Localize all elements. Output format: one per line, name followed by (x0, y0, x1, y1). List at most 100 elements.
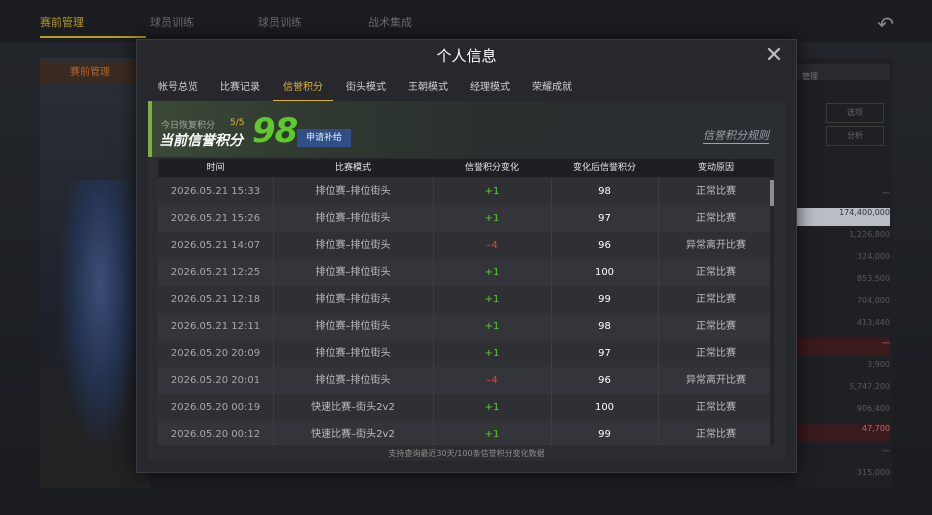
cell-mode: 快速比赛–街头2v2 (311, 429, 395, 440)
tab-manager-mode[interactable]: 经理模式 (459, 76, 521, 102)
cell-after: 96 (598, 240, 611, 251)
bg-right-value: 174,400,000 (796, 208, 890, 226)
credit-banner: 今日恢复积分 5/5 当前信誉积分 98 申请补给 信誉积分规则 (148, 101, 785, 157)
cell-after: 100 (594, 267, 615, 278)
tab-honor-achievements[interactable]: 荣耀成就 (521, 76, 583, 102)
dialog-title: 个人信息 (436, 47, 497, 65)
tab-credit-score[interactable]: 信誉积分 (273, 76, 333, 102)
cell-after: 96 (598, 375, 611, 386)
bg-right-value: 一 (882, 189, 890, 198)
cell-change: –4 (486, 240, 498, 251)
column-divider (551, 178, 552, 445)
cell-change: +1 (484, 429, 500, 440)
bg-right-value: 413,440 (856, 318, 890, 327)
cell-after: 98 (598, 186, 611, 197)
cell-time: 2026.05.20 00:12 (170, 429, 261, 440)
tab-account-overview[interactable]: 帐号总览 (147, 76, 209, 102)
cell-reason: 异常离开比赛 (686, 375, 746, 386)
cell-mode: 排位赛–排位街头 (315, 267, 391, 278)
cell-change: +1 (484, 348, 500, 359)
cell-reason: 正常比赛 (696, 267, 736, 278)
table-row: 2026.05.20 20:01 排位赛–排位街头 –4 96 异常离开比赛 (158, 367, 774, 394)
cell-mode: 排位赛–排位街头 (315, 375, 391, 386)
bg-right-value: 一 (796, 338, 890, 356)
table-row: 2026.05.21 15:26 排位赛–排位街头 +1 97 正常比赛 (158, 205, 774, 232)
bg-tab-underline (40, 36, 146, 38)
credit-history-table[interactable]: 2026.05.21 15:33 排位赛–排位街头 +1 98 正常比赛 202… (158, 178, 774, 445)
cell-reason: 正常比赛 (696, 321, 736, 332)
cell-time: 2026.05.21 12:18 (170, 294, 261, 305)
credit-score-panel: 今日恢复积分 5/5 当前信誉积分 98 申请补给 信誉积分规则 时间 比赛模式… (148, 101, 785, 461)
bg-tab-3: 战术集成 (368, 16, 412, 29)
bg-right-value: 315,000 (856, 468, 890, 477)
header-change: 信誉积分变化 (464, 163, 519, 173)
cell-change: +1 (484, 294, 500, 305)
cell-change: +1 (484, 186, 500, 197)
bg-right-value: 1,226,800 (849, 230, 890, 239)
close-icon[interactable]: ✕ (762, 44, 786, 68)
cell-change: +1 (484, 321, 500, 332)
cell-mode: 排位赛–排位街头 (315, 294, 391, 305)
table-row: 2026.05.20 20:09 排位赛–排位街头 +1 97 正常比赛 (158, 340, 774, 367)
header-mode: 比赛模式 (334, 163, 371, 173)
cell-change: +1 (484, 267, 500, 278)
table-row: 2026.05.21 12:11 排位赛–排位街头 +1 98 正常比赛 (158, 313, 774, 340)
cell-mode: 排位赛–排位街头 (315, 186, 391, 197)
cell-reason: 异常离开比赛 (686, 240, 746, 251)
table-row: 2026.05.21 14:07 排位赛–排位街头 –4 96 异常离开比赛 (158, 232, 774, 259)
cell-time: 2026.05.21 12:25 (170, 267, 261, 278)
cell-mode: 排位赛–排位街头 (315, 321, 391, 332)
bg-right-button-1: 分析 (826, 126, 884, 146)
cell-time: 2026.05.20 20:01 (170, 375, 261, 386)
back-arrow-icon: ↶ (877, 12, 894, 36)
current-credit-label: 当前信誉积分 (159, 133, 243, 149)
table-scrollbar-thumb[interactable] (770, 180, 774, 206)
header-time: 时间 (206, 163, 225, 173)
cell-mode: 排位赛–排位街头 (315, 348, 391, 359)
cell-reason: 正常比赛 (696, 348, 736, 359)
tab-match-records[interactable]: 比赛记录 (209, 76, 271, 102)
cell-after: 99 (598, 294, 611, 305)
cell-time: 2026.05.21 14:07 (170, 240, 261, 251)
cell-after: 100 (594, 402, 615, 413)
bg-right-value: 3,900 (867, 360, 890, 369)
bg-tab-0: 赛前管理 (40, 16, 84, 29)
bg-right-value: 一 (882, 447, 890, 456)
cell-reason: 正常比赛 (696, 186, 736, 197)
tab-street-mode[interactable]: 街头模式 (335, 76, 397, 102)
bg-right-header-label: 管理 (802, 72, 818, 81)
column-divider (658, 178, 659, 445)
table-row: 2026.05.20 00:19 快速比赛–街头2v2 +1 100 正常比赛 (158, 394, 774, 421)
bg-right-header: 管理 (796, 64, 890, 81)
cell-after: 97 (598, 213, 611, 224)
header-reason: 变动原因 (697, 163, 734, 173)
tab-dynasty-mode[interactable]: 王朝模式 (397, 76, 459, 102)
apply-supply-button[interactable]: 申请补给 (297, 129, 351, 147)
bg-right-value: 704,000 (856, 296, 890, 305)
table-row: 2026.05.21 12:25 排位赛–排位街头 +1 100 正常比赛 (158, 259, 774, 286)
credit-rules-link[interactable]: 信誉积分规则 (703, 127, 769, 144)
bg-right-value: 5,747,200 (849, 382, 890, 391)
cell-time: 2026.05.21 15:33 (170, 186, 261, 197)
cell-after: 99 (598, 429, 611, 440)
cell-time: 2026.05.20 00:19 (170, 402, 261, 413)
cell-reason: 正常比赛 (696, 294, 736, 305)
header-after: 变化后信誉积分 (572, 163, 636, 173)
bg-tab-2: 球员训练 (258, 16, 302, 29)
recover-count: 5/5 (230, 118, 245, 128)
bg-right-value: 853,500 (856, 274, 890, 283)
table-scrollbar-track[interactable] (770, 178, 774, 445)
column-divider (433, 178, 434, 445)
cell-change: +1 (484, 402, 500, 413)
bg-right-value: 324,000 (856, 252, 890, 261)
bg-left-tab: 赛前管理 (40, 62, 140, 84)
cell-reason: 正常比赛 (696, 213, 736, 224)
cell-reason: 正常比赛 (696, 402, 736, 413)
cell-change: –4 (486, 375, 498, 386)
column-divider (273, 178, 274, 445)
cell-mode: 排位赛–排位街头 (315, 240, 391, 251)
table-row: 2026.05.21 15:33 排位赛–排位街头 +1 98 正常比赛 (158, 178, 774, 205)
table-header: 时间 比赛模式 信誉积分变化 变化后信誉积分 变动原因 (158, 159, 774, 177)
cell-change: +1 (484, 213, 500, 224)
cell-time: 2026.05.21 15:26 (170, 213, 261, 224)
